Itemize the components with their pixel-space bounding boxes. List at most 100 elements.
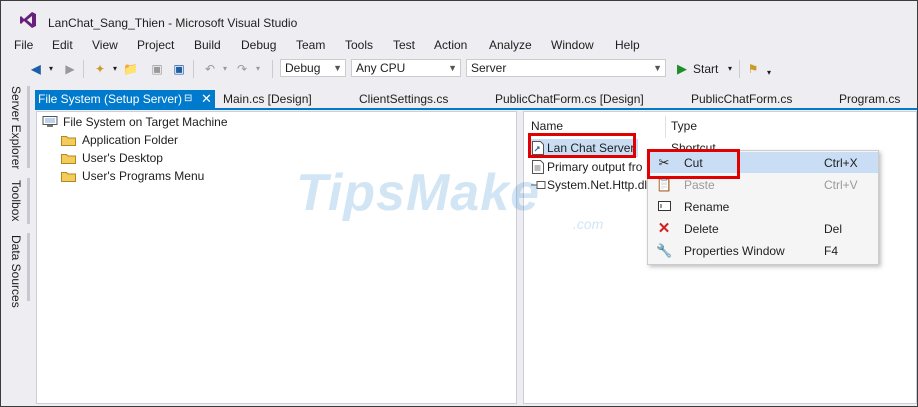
menu-item-shortcut: Del <box>824 222 843 236</box>
rail-tab-toolbox[interactable]: Toolbox <box>9 180 23 221</box>
tab-client-settings[interactable]: ClientSettings.cs <box>359 90 448 108</box>
folder-icon <box>61 154 76 164</box>
chevron-down-icon: ▼ <box>333 63 342 73</box>
menu-window[interactable]: Window <box>551 38 594 52</box>
annotation-box-cut <box>647 149 740 179</box>
tab-label: File System (Setup Server) <box>38 92 183 106</box>
window-title: LanChat_Sang_Thien - Microsoft Visual St… <box>48 16 298 30</box>
title-bar: LanChat_Sang_Thien - Microsoft Visual St… <box>1 1 917 34</box>
tab-file-system[interactable]: File System (Setup Server) ⊟ ✕ <box>35 90 215 108</box>
menu-tools[interactable]: Tools <box>345 38 373 52</box>
menu-help[interactable]: Help <box>615 38 640 52</box>
menu-item-shortcut: F4 <box>824 244 839 258</box>
document-tab-strip: File System (Setup Server) ⊟ ✕ Main.cs [… <box>35 90 917 108</box>
rename-icon <box>658 201 671 211</box>
close-icon[interactable]: ✕ <box>201 90 212 108</box>
menu-team[interactable]: Team <box>296 38 325 52</box>
tab-public-chat-form[interactable]: PublicChatForm.cs <box>691 90 792 108</box>
menu-action[interactable]: Action <box>434 38 467 52</box>
chevron-down-icon: ▼ <box>653 63 662 73</box>
back-icon[interactable]: ◀ <box>29 62 43 76</box>
find-in-files-icon[interactable]: ⚑ <box>746 62 760 76</box>
list-row[interactable]: Primary output fro <box>530 158 645 176</box>
open-folder-icon[interactable]: 📁 <box>123 62 138 76</box>
new-project-dropdown-icon[interactable]: ▾ <box>108 62 122 76</box>
tab-main-design[interactable]: Main.cs [Design] <box>223 90 312 108</box>
wrench-icon: 🔧 <box>656 243 673 258</box>
folder-icon <box>61 136 76 146</box>
solution-config-value: Debug <box>285 61 321 75</box>
rail-tab-server-explorer[interactable]: Server Explorer <box>9 86 23 169</box>
menu-item-label: Properties Window <box>684 244 785 258</box>
startup-project-value: Server <box>471 61 507 75</box>
new-project-icon[interactable]: ✦ <box>93 62 107 76</box>
menu-debug[interactable]: Debug <box>241 38 276 52</box>
menu-item-properties[interactable]: 🔧 Properties Window F4 <box>649 240 878 261</box>
toolbar: ◀ ▾ ▶ ✦ ▾ 📁 ▣ ▣ ↶ ▾ ↷ ▾ Debug ▼ Any CPU … <box>1 56 917 82</box>
list-row[interactable]: System.Net.Http.dll <box>530 176 650 194</box>
play-icon[interactable]: ▶ <box>675 62 689 76</box>
column-header-type[interactable]: Type <box>671 119 697 133</box>
toolbar-separator <box>83 60 84 78</box>
tab-program[interactable]: Program.cs <box>839 90 900 108</box>
platform-value: Any CPU <box>356 61 406 75</box>
file-system-tree-pane: File System on Target Machine Applicatio… <box>36 111 517 404</box>
menu-edit[interactable]: Edit <box>52 38 73 52</box>
tipsmake-watermark-suffix: .com <box>573 216 604 232</box>
rail-tab-data-sources[interactable]: Data Sources <box>9 235 23 308</box>
visual-studio-logo-icon <box>20 12 36 28</box>
computer-icon <box>42 116 58 127</box>
back-dropdown-icon[interactable]: ▾ <box>44 62 58 76</box>
pin-icon[interactable]: ⊟ <box>184 90 192 108</box>
menu-analyze[interactable]: Analyze <box>489 38 532 52</box>
rail-tab-indicator <box>27 86 30 168</box>
toolbar-separator <box>272 60 273 78</box>
column-header-name[interactable]: Name <box>531 119 563 133</box>
menu-bar: File Edit View Project Build Debug Team … <box>1 35 917 55</box>
menu-item-label: Paste <box>684 178 715 192</box>
menu-test[interactable]: Test <box>393 38 415 52</box>
rail-tab-indicator <box>27 233 30 301</box>
active-tab-underline <box>35 108 917 110</box>
save-icon[interactable]: ▣ <box>150 62 164 76</box>
delete-icon: ✕ <box>657 220 671 237</box>
chevron-down-icon: ▼ <box>448 63 457 73</box>
undo-dropdown-icon[interactable]: ▾ <box>218 62 232 76</box>
tree-folder-label: Application Folder <box>82 133 179 147</box>
list-item-name: System.Net.Http.dll <box>547 178 650 192</box>
menu-view[interactable]: View <box>92 38 118 52</box>
tree-root-label: File System on Target Machine <box>63 115 228 129</box>
undo-icon[interactable]: ↶ <box>203 62 217 76</box>
tree-folder-label: User's Desktop <box>82 151 163 165</box>
redo-dropdown-icon[interactable]: ▾ <box>251 62 265 76</box>
menu-project[interactable]: Project <box>137 38 174 52</box>
column-divider[interactable] <box>665 116 666 138</box>
tree-folder-label: User's Programs Menu <box>82 169 205 183</box>
menu-item-shortcut: Ctrl+X <box>824 156 858 170</box>
menu-item-label: Rename <box>684 200 730 214</box>
startup-project-select[interactable]: Server ▼ <box>466 59 666 77</box>
toolbar-overflow-icon[interactable]: ▾ <box>762 66 776 80</box>
paste-icon: 📋 <box>656 177 673 192</box>
save-all-icon[interactable]: ▣ <box>172 62 186 76</box>
toolbar-separator <box>739 60 740 78</box>
menu-item-label: Delete <box>684 222 719 236</box>
tab-public-chat-form-design[interactable]: PublicChatForm.cs [Design] <box>495 90 644 108</box>
redo-icon[interactable]: ↷ <box>235 62 249 76</box>
platform-select[interactable]: Any CPU ▼ <box>351 59 461 77</box>
toolbar-separator <box>193 60 194 78</box>
left-tool-rail: Server Explorer Toolbox Data Sources <box>1 86 32 404</box>
menu-item-delete[interactable]: ✕ Delete Del <box>649 218 878 239</box>
forward-icon[interactable]: ▶ <box>63 62 77 76</box>
menu-file[interactable]: File <box>14 38 33 52</box>
folder-icon <box>61 172 76 182</box>
menu-item-shortcut: Ctrl+V <box>824 178 858 192</box>
menu-build[interactable]: Build <box>194 38 221 52</box>
menu-item-rename[interactable]: Rename <box>649 196 878 217</box>
annotation-box-lan-chat-server <box>528 133 636 158</box>
start-button[interactable]: Start <box>693 62 718 76</box>
start-dropdown-icon[interactable]: ▾ <box>723 62 737 76</box>
solution-config-select[interactable]: Debug ▼ <box>280 59 346 77</box>
list-item-name: Primary output fro <box>547 160 643 174</box>
tipsmake-watermark: TipsMake <box>296 164 541 222</box>
